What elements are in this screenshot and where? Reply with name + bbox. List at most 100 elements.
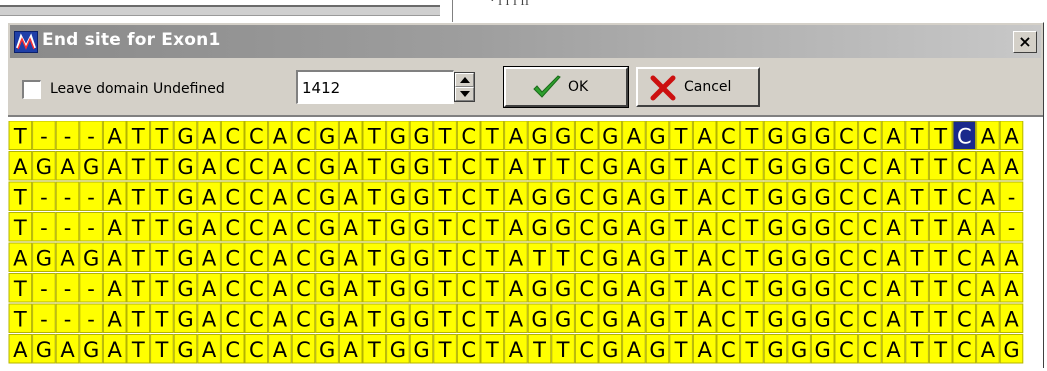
base-letter: G	[390, 246, 406, 270]
base-letter: T	[438, 246, 452, 270]
base-letter: C	[721, 155, 736, 179]
base-letter: A	[627, 155, 642, 179]
base-letter: C	[957, 185, 972, 209]
title-bar[interactable]: End site for Exon1 ×	[10, 25, 1041, 58]
base-letter: A	[344, 124, 359, 148]
base-letter: T	[13, 277, 27, 301]
base-letter: C	[957, 307, 972, 331]
base-letter: A	[344, 338, 359, 362]
base-letter: C	[579, 246, 594, 270]
base-letter: A	[886, 246, 901, 270]
close-button[interactable]: ×	[1013, 31, 1037, 53]
base-letter: C	[863, 216, 878, 240]
spin-up-button[interactable]	[455, 73, 474, 87]
base-letter: T	[438, 307, 452, 331]
base-letter: C	[721, 246, 736, 270]
cancel-button[interactable]: Cancel	[636, 67, 760, 107]
base-letter: A	[202, 155, 217, 179]
base-letter: T	[154, 216, 168, 240]
base-letter: G	[815, 246, 831, 270]
base-letter: C	[225, 338, 240, 362]
base-letter: A	[509, 124, 524, 148]
base-letter: T	[674, 216, 688, 240]
alignment-row: AGAGATTGACCACGATGGTCTATTCGAGTACTGGGCCATT…	[8, 242, 1024, 272]
arrow-up-icon	[460, 77, 470, 83]
base-letter: A	[981, 277, 996, 301]
base-letter: T	[13, 216, 27, 240]
base-letter: G	[791, 338, 807, 362]
base-letter: T	[485, 246, 499, 270]
base-letter: T	[485, 124, 499, 148]
base-letter: C	[839, 155, 854, 179]
base-letter: -	[64, 185, 72, 209]
base-letter: T	[744, 246, 758, 270]
base-letter: C	[461, 124, 476, 148]
base-letter: A	[886, 307, 901, 331]
base-letter: G	[602, 338, 618, 362]
base-letter: A	[981, 216, 996, 240]
leave-undefined-checkbox[interactable]	[22, 80, 41, 99]
base-letter: G	[649, 216, 665, 240]
base-letter: C	[296, 124, 311, 148]
base-letter: G	[602, 155, 618, 179]
base-letter: A	[981, 246, 996, 270]
base-letter: C	[579, 307, 594, 331]
position-input[interactable]	[296, 70, 454, 104]
base-letter: T	[744, 338, 758, 362]
base-letter: -	[87, 307, 95, 331]
base-letter: C	[461, 246, 476, 270]
base-letter: G	[767, 246, 783, 270]
base-letter: T	[367, 216, 381, 240]
base-letter: T	[154, 185, 168, 209]
base-letter: C	[957, 338, 972, 362]
base-letter: A	[13, 246, 28, 270]
x-icon	[650, 75, 676, 101]
base-letter: A	[957, 216, 972, 240]
base-letter: C	[249, 216, 264, 240]
ok-label: OK	[568, 79, 589, 95]
base-letter: T	[910, 155, 924, 179]
base-letter: T	[933, 246, 947, 270]
base-letter: G	[390, 155, 406, 179]
alignment-row: T---ATTGACCACGATGGTCTAGGCGAGTACTGGGCCATT…	[8, 181, 1024, 211]
base-letter: T	[933, 155, 947, 179]
base-letter: A	[202, 246, 217, 270]
base-letter: G	[649, 338, 665, 362]
alignment-row: T---ATTGACCACGATGGTCTAGGCGAGTACTGGGCCATT…	[8, 303, 1024, 333]
base-letter: C	[225, 155, 240, 179]
base-letter: A	[108, 216, 123, 240]
base-letter: A	[981, 185, 996, 209]
base-letter: -	[87, 124, 95, 148]
base-letter: G	[649, 155, 665, 179]
base-letter: A	[886, 338, 901, 362]
base-letter: G	[555, 216, 571, 240]
alignment-row: T---ATTGACCACGATGGTCTAGGCGAGTACTGGGCCATT…	[8, 212, 1024, 242]
base-letter: T	[485, 307, 499, 331]
base-letter: T	[532, 155, 546, 179]
base-letter: A	[509, 277, 524, 301]
base-letter: C	[579, 338, 594, 362]
base-letter: T	[674, 307, 688, 331]
base-letter: T	[131, 307, 145, 331]
base-letter: A	[627, 307, 642, 331]
spin-down-button[interactable]	[455, 87, 474, 101]
base-letter: T	[438, 185, 452, 209]
leave-undefined-label[interactable]: Leave domain Undefined	[50, 81, 225, 97]
base-letter: G	[555, 277, 571, 301]
base-letter: G	[390, 338, 406, 362]
base-letter: G	[36, 246, 52, 270]
base-letter: T	[933, 124, 947, 148]
base-letter: G	[36, 155, 52, 179]
base-letter: C	[461, 307, 476, 331]
alignment-row: AGAGATTGACCACGATGGTCTATTCGAGTACTGGGCCATT…	[8, 334, 1024, 364]
base-letter: A	[698, 216, 713, 240]
base-letter: G	[390, 307, 406, 331]
base-letter: T	[131, 246, 145, 270]
base-letter: A	[202, 338, 217, 362]
base-letter: -	[87, 185, 95, 209]
base-letter: C	[249, 338, 264, 362]
base-letter: T	[367, 277, 381, 301]
ok-button[interactable]: OK	[503, 66, 629, 108]
base-letter: G	[319, 216, 335, 240]
base-letter: C	[296, 155, 311, 179]
